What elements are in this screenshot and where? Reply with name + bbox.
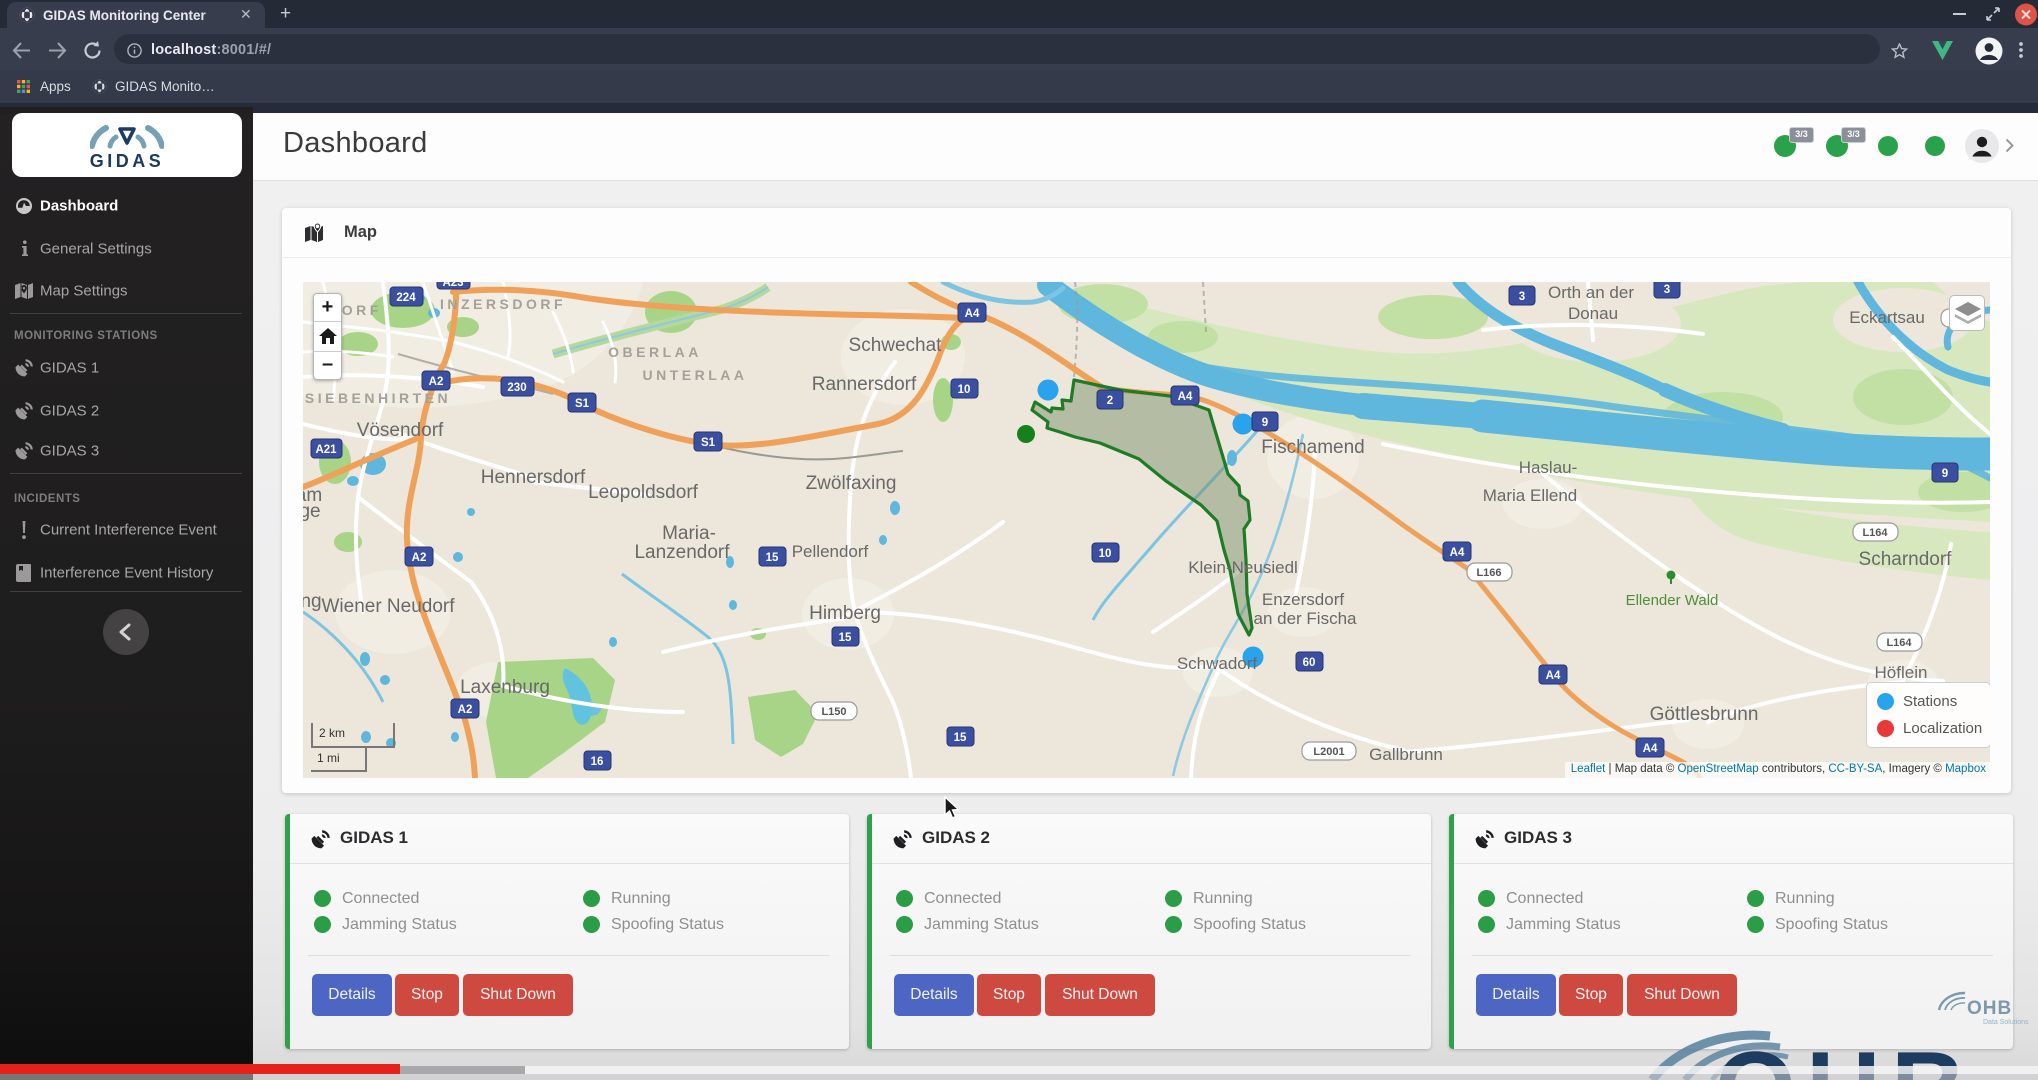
svg-text:Klein-Neusiedl: Klein-Neusiedl bbox=[1188, 558, 1298, 577]
svg-text:9: 9 bbox=[1942, 468, 1948, 480]
svg-text:224: 224 bbox=[396, 292, 416, 304]
svg-text:A21: A21 bbox=[315, 444, 337, 456]
svg-text:an der Fischa: an der Fischa bbox=[1254, 609, 1358, 628]
svg-text:16: 16 bbox=[591, 756, 604, 768]
svg-text:Eckartsau: Eckartsau bbox=[1849, 308, 1925, 327]
svg-text:Data Solutions: Data Solutions bbox=[1983, 1019, 2029, 1026]
svg-text:Wiener Neudorf: Wiener Neudorf bbox=[321, 596, 455, 617]
svg-text:UNTERLAA: UNTERLAA bbox=[643, 367, 748, 383]
svg-text:Höflein: Höflein bbox=[1875, 663, 1928, 682]
svg-text:A4: A4 bbox=[1450, 547, 1465, 559]
svg-text:ge: ge bbox=[303, 501, 321, 522]
svg-text:Laxenburg: Laxenburg bbox=[460, 677, 550, 698]
svg-text:ng: ng bbox=[303, 591, 322, 612]
svg-text:10: 10 bbox=[958, 384, 971, 396]
svg-text:Lanzendorf: Lanzendorf bbox=[634, 542, 730, 563]
svg-text:A4: A4 bbox=[965, 308, 980, 320]
svg-text:Pellendorf: Pellendorf bbox=[792, 542, 869, 561]
svg-text:A2: A2 bbox=[458, 704, 473, 716]
svg-text:15: 15 bbox=[839, 632, 852, 644]
svg-text:60: 60 bbox=[1303, 657, 1316, 669]
svg-text:Leopoldsdorf: Leopoldsdorf bbox=[588, 482, 699, 503]
svg-text:A4: A4 bbox=[1178, 391, 1193, 403]
svg-text:S1: S1 bbox=[701, 437, 716, 449]
svg-text:2: 2 bbox=[1107, 395, 1113, 407]
svg-text:OHB: OHB bbox=[1967, 998, 2012, 1019]
svg-text:Orth an der: Orth an der bbox=[1548, 283, 1634, 302]
svg-text:Fischamend: Fischamend bbox=[1261, 437, 1365, 458]
svg-text:Haslau-: Haslau- bbox=[1519, 458, 1578, 477]
svg-text:OBERLAA: OBERLAA bbox=[608, 344, 702, 360]
svg-text:Zwölfaxing: Zwölfaxing bbox=[806, 473, 897, 494]
svg-text:A23: A23 bbox=[442, 282, 463, 289]
svg-text:230: 230 bbox=[507, 382, 526, 394]
svg-text:A2: A2 bbox=[412, 552, 427, 564]
svg-text:3: 3 bbox=[1519, 291, 1525, 303]
svg-text:L2001: L2001 bbox=[1313, 746, 1344, 758]
svg-text:A4: A4 bbox=[1643, 743, 1658, 755]
svg-text:15: 15 bbox=[766, 552, 779, 564]
svg-text:Gallbrunn: Gallbrunn bbox=[1369, 745, 1443, 764]
svg-text:L150: L150 bbox=[821, 706, 846, 718]
svg-text:A2: A2 bbox=[429, 376, 444, 388]
svg-text:L164: L164 bbox=[1886, 637, 1912, 649]
svg-text:9: 9 bbox=[1262, 417, 1268, 429]
svg-text:Donau: Donau bbox=[1568, 304, 1618, 323]
svg-text:S1: S1 bbox=[575, 398, 590, 410]
svg-text:SIEBENHIRTEN: SIEBENHIRTEN bbox=[305, 390, 451, 406]
svg-text:Vösendorf: Vösendorf bbox=[357, 420, 444, 441]
svg-text:L164: L164 bbox=[1862, 527, 1888, 539]
svg-text:3: 3 bbox=[1664, 284, 1670, 296]
svg-text:Göttlesbrunn: Göttlesbrunn bbox=[1650, 704, 1759, 725]
svg-text:Maria-: Maria- bbox=[662, 523, 716, 544]
svg-text:INZERSDORF: INZERSDORF bbox=[440, 296, 566, 312]
svg-text:Hennersdorf: Hennersdorf bbox=[481, 467, 586, 488]
svg-text:Himberg: Himberg bbox=[809, 603, 881, 624]
svg-text:L166: L166 bbox=[1476, 567, 1501, 579]
svg-text:15: 15 bbox=[954, 732, 967, 744]
svg-text:Schwadorf: Schwadorf bbox=[1177, 654, 1258, 673]
svg-text:Scharndorf: Scharndorf bbox=[1859, 549, 1953, 570]
svg-text:Maria Ellend: Maria Ellend bbox=[1483, 486, 1578, 505]
svg-text:Enzersdorf: Enzersdorf bbox=[1262, 590, 1344, 609]
svg-text:Rannersdorf: Rannersdorf bbox=[812, 374, 917, 395]
svg-text:Schwechat: Schwechat bbox=[849, 335, 943, 356]
svg-text:Ellender Wald: Ellender Wald bbox=[1626, 592, 1719, 609]
svg-text:A4: A4 bbox=[1546, 670, 1561, 682]
svg-text:10: 10 bbox=[1099, 548, 1112, 560]
